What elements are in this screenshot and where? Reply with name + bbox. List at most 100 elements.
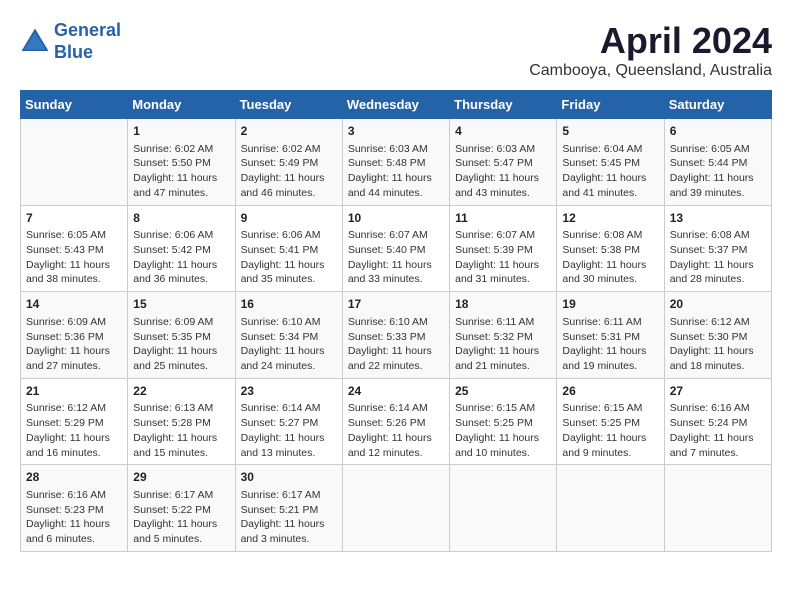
table-row: 23Sunrise: 6:14 AMSunset: 5:27 PMDayligh… bbox=[235, 378, 342, 465]
day-number: 20 bbox=[670, 296, 766, 313]
day-number: 8 bbox=[133, 210, 229, 227]
logo: General Blue bbox=[20, 20, 121, 63]
day-number: 10 bbox=[348, 210, 444, 227]
table-row: 28 Sunrise: 6:16 AMSunset: 5:23 PMDayligh… bbox=[21, 465, 128, 552]
header-row: Sunday Monday Tuesday Wednesday Thursday… bbox=[21, 91, 772, 119]
day-number: 7 bbox=[26, 210, 122, 227]
table-row: 19 Sunrise: 6:11 AMSunset: 5:31 PMDayligh… bbox=[557, 292, 664, 379]
day-info: Sunrise: 6:12 AMSunset: 5:30 PMDaylight:… bbox=[670, 315, 766, 374]
table-row: 13Sunrise: 6:08 AMSunset: 5:37 PMDayligh… bbox=[664, 205, 771, 292]
day-info: Sunrise: 6:04 AMSunset: 5:45 PMDaylight:… bbox=[562, 142, 658, 201]
day-info: Sunrise: 6:02 AMSunset: 5:49 PMDaylight:… bbox=[241, 142, 337, 201]
table-row: 24Sunrise: 6:14 AMSunset: 5:26 PMDayligh… bbox=[342, 378, 449, 465]
table-row: 18 Sunrise: 6:11 AMSunset: 5:32 PMDayligh… bbox=[450, 292, 557, 379]
table-row: 9Sunrise: 6:06 AMSunset: 5:41 PMDaylight… bbox=[235, 205, 342, 292]
table-row bbox=[342, 465, 449, 552]
day-number: 24 bbox=[348, 383, 444, 400]
table-row: 14 Sunrise: 6:09 AMSunset: 5:36 PMDayligh… bbox=[21, 292, 128, 379]
day-number: 21 bbox=[26, 383, 122, 400]
day-number: 19 bbox=[562, 296, 658, 313]
title-area: April 2024 Cambooya, Queensland, Austral… bbox=[529, 20, 772, 80]
month-title: April 2024 bbox=[529, 20, 772, 62]
calendar-header: Sunday Monday Tuesday Wednesday Thursday… bbox=[21, 91, 772, 119]
day-number: 22 bbox=[133, 383, 229, 400]
table-row: 7Sunrise: 6:05 AMSunset: 5:43 PMDaylight… bbox=[21, 205, 128, 292]
day-number: 29 bbox=[133, 469, 229, 486]
table-row: 11Sunrise: 6:07 AMSunset: 5:39 PMDayligh… bbox=[450, 205, 557, 292]
day-info: Sunrise: 6:06 AMSunset: 5:42 PMDaylight:… bbox=[133, 228, 229, 287]
col-thursday: Thursday bbox=[450, 91, 557, 119]
table-row: 17 Sunrise: 6:10 AMSunset: 5:33 PMDayligh… bbox=[342, 292, 449, 379]
day-number: 11 bbox=[455, 210, 551, 227]
col-saturday: Saturday bbox=[664, 91, 771, 119]
logo-line2: Blue bbox=[54, 42, 93, 62]
calendar-row: 28 Sunrise: 6:16 AMSunset: 5:23 PMDayligh… bbox=[21, 465, 772, 552]
calendar-row: 14 Sunrise: 6:09 AMSunset: 5:36 PMDayligh… bbox=[21, 292, 772, 379]
col-sunday: Sunday bbox=[21, 91, 128, 119]
calendar-row: 1Sunrise: 6:02 AMSunset: 5:50 PMDaylight… bbox=[21, 119, 772, 206]
day-info: Sunrise: 6:09 AMSunset: 5:36 PMDaylight:… bbox=[26, 315, 122, 374]
day-number: 26 bbox=[562, 383, 658, 400]
location-subtitle: Cambooya, Queensland, Australia bbox=[529, 62, 772, 80]
table-row: 30 Sunrise: 6:17 AMSunset: 5:21 PMDayligh… bbox=[235, 465, 342, 552]
day-number: 5 bbox=[562, 123, 658, 140]
table-row: 8Sunrise: 6:06 AMSunset: 5:42 PMDaylight… bbox=[128, 205, 235, 292]
day-number: 4 bbox=[455, 123, 551, 140]
day-info: Sunrise: 6:11 AMSunset: 5:32 PMDaylight:… bbox=[455, 315, 551, 374]
table-row: 22Sunrise: 6:13 AMSunset: 5:28 PMDayligh… bbox=[128, 378, 235, 465]
table-row: 25Sunrise: 6:15 AMSunset: 5:25 PMDayligh… bbox=[450, 378, 557, 465]
day-info: Sunrise: 6:09 AMSunset: 5:35 PMDaylight:… bbox=[133, 315, 229, 374]
table-row: 10Sunrise: 6:07 AMSunset: 5:40 PMDayligh… bbox=[342, 205, 449, 292]
col-friday: Friday bbox=[557, 91, 664, 119]
col-monday: Monday bbox=[128, 91, 235, 119]
day-info: Sunrise: 6:15 AMSunset: 5:25 PMDaylight:… bbox=[455, 401, 551, 460]
table-row: 21Sunrise: 6:12 AMSunset: 5:29 PMDayligh… bbox=[21, 378, 128, 465]
day-number: 14 bbox=[26, 296, 122, 313]
table-row: 20 Sunrise: 6:12 AMSunset: 5:30 PMDayligh… bbox=[664, 292, 771, 379]
header: General Blue April 2024 Cambooya, Queens… bbox=[20, 20, 772, 80]
day-info: Sunrise: 6:11 AMSunset: 5:31 PMDaylight:… bbox=[562, 315, 658, 374]
table-row bbox=[450, 465, 557, 552]
table-row bbox=[664, 465, 771, 552]
day-info: Sunrise: 6:16 AMSunset: 5:23 PMDaylight:… bbox=[26, 488, 122, 547]
day-info: Sunrise: 6:05 AMSunset: 5:44 PMDaylight:… bbox=[670, 142, 766, 201]
day-info: Sunrise: 6:06 AMSunset: 5:41 PMDaylight:… bbox=[241, 228, 337, 287]
day-info: Sunrise: 6:17 AMSunset: 5:22 PMDaylight:… bbox=[133, 488, 229, 547]
day-number: 25 bbox=[455, 383, 551, 400]
day-info: Sunrise: 6:10 AMSunset: 5:34 PMDaylight:… bbox=[241, 315, 337, 374]
day-info: Sunrise: 6:10 AMSunset: 5:33 PMDaylight:… bbox=[348, 315, 444, 374]
day-info: Sunrise: 6:07 AMSunset: 5:39 PMDaylight:… bbox=[455, 228, 551, 287]
table-row: 5 Sunrise: 6:04 AMSunset: 5:45 PMDaylight… bbox=[557, 119, 664, 206]
day-number: 6 bbox=[670, 123, 766, 140]
day-info: Sunrise: 6:02 AMSunset: 5:50 PMDaylight:… bbox=[133, 142, 229, 201]
day-info: Sunrise: 6:08 AMSunset: 5:38 PMDaylight:… bbox=[562, 228, 658, 287]
calendar-row: 7Sunrise: 6:05 AMSunset: 5:43 PMDaylight… bbox=[21, 205, 772, 292]
logo-line1: General bbox=[54, 20, 121, 40]
day-info: Sunrise: 6:07 AMSunset: 5:40 PMDaylight:… bbox=[348, 228, 444, 287]
table-row: 3Sunrise: 6:03 AMSunset: 5:48 PMDaylight… bbox=[342, 119, 449, 206]
day-info: Sunrise: 6:14 AMSunset: 5:26 PMDaylight:… bbox=[348, 401, 444, 460]
calendar-body: 1Sunrise: 6:02 AMSunset: 5:50 PMDaylight… bbox=[21, 119, 772, 552]
day-number: 9 bbox=[241, 210, 337, 227]
day-number: 15 bbox=[133, 296, 229, 313]
day-number: 23 bbox=[241, 383, 337, 400]
day-number: 28 bbox=[26, 469, 122, 486]
logo-icon bbox=[20, 27, 50, 57]
table-row: 26Sunrise: 6:15 AMSunset: 5:25 PMDayligh… bbox=[557, 378, 664, 465]
day-number: 16 bbox=[241, 296, 337, 313]
table-row: 12Sunrise: 6:08 AMSunset: 5:38 PMDayligh… bbox=[557, 205, 664, 292]
logo-text: General Blue bbox=[54, 20, 121, 63]
calendar-table: Sunday Monday Tuesday Wednesday Thursday… bbox=[20, 90, 772, 552]
day-info: Sunrise: 6:16 AMSunset: 5:24 PMDaylight:… bbox=[670, 401, 766, 460]
day-info: Sunrise: 6:05 AMSunset: 5:43 PMDaylight:… bbox=[26, 228, 122, 287]
table-row: 16 Sunrise: 6:10 AMSunset: 5:34 PMDayligh… bbox=[235, 292, 342, 379]
day-info: Sunrise: 6:17 AMSunset: 5:21 PMDaylight:… bbox=[241, 488, 337, 547]
col-wednesday: Wednesday bbox=[342, 91, 449, 119]
day-number: 30 bbox=[241, 469, 337, 486]
day-number: 17 bbox=[348, 296, 444, 313]
day-info: Sunrise: 6:08 AMSunset: 5:37 PMDaylight:… bbox=[670, 228, 766, 287]
table-row bbox=[21, 119, 128, 206]
table-row: 6 Sunrise: 6:05 AMSunset: 5:44 PMDaylight… bbox=[664, 119, 771, 206]
table-row: 1Sunrise: 6:02 AMSunset: 5:50 PMDaylight… bbox=[128, 119, 235, 206]
day-number: 18 bbox=[455, 296, 551, 313]
